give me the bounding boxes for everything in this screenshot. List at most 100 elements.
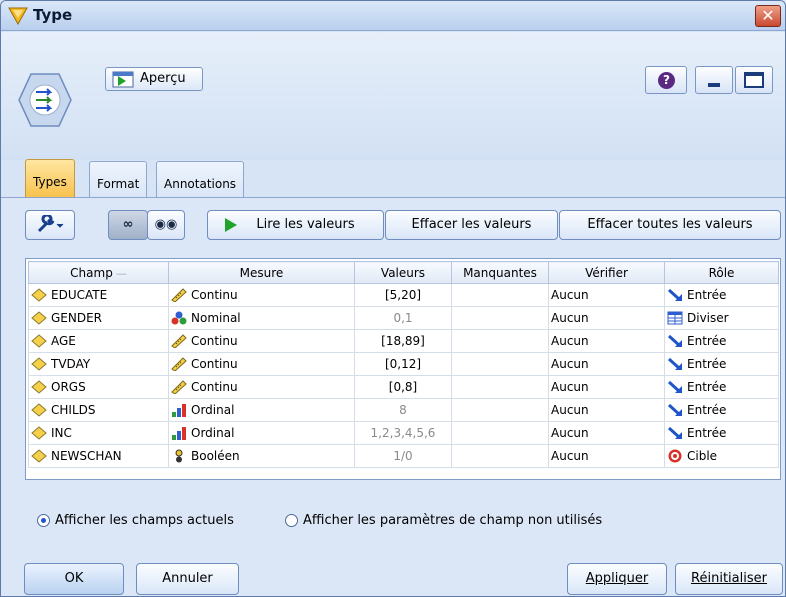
column-header-verifier[interactable]: Vérifier [548, 261, 665, 284]
apply-button[interactable]: Appliquer [567, 563, 667, 595]
cell-mesure[interactable]: Nominal [168, 306, 355, 330]
show-unused-settings-option[interactable]: Afficher les paramètres de champ non uti… [285, 513, 602, 528]
cell-verifier[interactable]: Aucun [548, 421, 665, 445]
cell-champ[interactable]: EDUCATE [28, 283, 169, 307]
input-arrow-icon [667, 288, 683, 302]
clear-all-values-button[interactable]: Effacer toutes les valeurs [559, 210, 781, 240]
cell-role[interactable]: Entrée [664, 398, 779, 422]
field-diamond-icon [31, 380, 47, 394]
read-values-button[interactable]: Lire les valeurs [207, 210, 384, 240]
cell-champ[interactable]: TVDAY [28, 352, 169, 376]
table-row[interactable]: EDUCATE Continu [5,20] Aucun Entrée [28, 283, 779, 307]
field-diamond-icon [31, 403, 47, 417]
cell-valeurs[interactable]: [0,8] [354, 375, 452, 399]
column-header-mesure[interactable]: Mesure [168, 261, 355, 284]
cell-valeurs[interactable]: 1/0 [354, 444, 452, 468]
fields-grid[interactable]: Champ — Mesure Valeurs Manquantes Vérifie… [25, 258, 781, 480]
cell-mesure[interactable]: Continu [168, 375, 355, 399]
table-row[interactable]: GENDER Nominal 0,1 Aucun Diviser [28, 306, 779, 330]
show-current-radio[interactable] [37, 514, 50, 527]
ok-button[interactable]: OK [24, 563, 124, 595]
maximize-button[interactable] [735, 66, 773, 94]
cell-verifier[interactable]: Aucun [548, 444, 665, 468]
cell-role[interactable]: Entrée [664, 375, 779, 399]
column-header-valeurs[interactable]: Valeurs [354, 261, 452, 284]
cell-role[interactable]: Entrée [664, 329, 779, 353]
cell-verifier[interactable]: Aucun [548, 375, 665, 399]
cell-manquantes[interactable] [451, 306, 549, 330]
table-row[interactable]: TVDAY Continu [0,12] Aucun Entrée [28, 352, 779, 376]
cell-mesure[interactable]: Continu [168, 329, 355, 353]
cell-champ[interactable]: CHILDS [28, 398, 169, 422]
cell-manquantes[interactable] [451, 375, 549, 399]
cell-champ[interactable]: AGE [28, 329, 169, 353]
cell-manquantes[interactable] [451, 352, 549, 376]
fields-table: Champ — Mesure Valeurs Manquantes Vérifie… [28, 261, 779, 468]
tools-menu-button[interactable] [25, 210, 75, 240]
table-row[interactable]: AGE Continu [18,89] Aucun Entrée [28, 329, 779, 353]
cell-mesure[interactable]: Continu [168, 352, 355, 376]
cell-mesure[interactable]: Ordinal [168, 421, 355, 445]
link-values-toggle[interactable]: ∞ [108, 210, 148, 240]
table-row[interactable]: CHILDS Ordinal 8 Aucun Entrée [28, 398, 779, 422]
tab-annotations[interactable]: Annotations [156, 161, 245, 197]
cell-manquantes[interactable] [451, 329, 549, 353]
minimize-button[interactable] [695, 66, 733, 94]
cell-champ[interactable]: GENDER [28, 306, 169, 330]
table-row[interactable]: NEWSCHAN Booléen 1/0 Aucun Cible [28, 444, 779, 468]
unlink-icon: ◉◉ [154, 217, 178, 232]
cell-verifier[interactable]: Aucun [548, 329, 665, 353]
show-current-fields-option[interactable]: Afficher les champs actuels [37, 513, 234, 528]
cell-mesure[interactable]: Continu [168, 283, 355, 307]
cell-role[interactable]: Entrée [664, 283, 779, 307]
tab-types[interactable]: Types [25, 159, 75, 197]
cell-valeurs[interactable]: [18,89] [354, 329, 452, 353]
cell-mesure[interactable]: Ordinal [168, 398, 355, 422]
cell-role[interactable]: Cible [664, 444, 779, 468]
cell-champ[interactable]: ORGS [28, 375, 169, 399]
cancel-button[interactable]: Annuler [136, 563, 239, 595]
type-node-large-icon [18, 73, 72, 127]
tab-format[interactable]: Format [89, 161, 148, 197]
maximize-icon [744, 72, 764, 88]
cell-verifier[interactable]: Aucun [548, 283, 665, 307]
cell-verifier[interactable]: Aucun [548, 306, 665, 330]
cell-role[interactable]: Diviser [664, 306, 779, 330]
cell-manquantes[interactable] [451, 444, 549, 468]
cell-valeurs[interactable]: [5,20] [354, 283, 452, 307]
table-row[interactable]: ORGS Continu [0,8] Aucun Entrée [28, 375, 779, 399]
close-icon: ✕ [761, 6, 775, 25]
close-button[interactable]: ✕ [755, 5, 781, 27]
toolbar-pane: Aperçu ? [1, 32, 785, 160]
cell-verifier[interactable]: Aucun [548, 352, 665, 376]
cell-manquantes[interactable] [451, 398, 549, 422]
column-header-champ[interactable]: Champ — [28, 261, 169, 284]
title-bar[interactable]: Type ✕ [1, 1, 785, 31]
column-header-manquantes[interactable]: Manquantes [451, 261, 549, 284]
input-arrow-icon [667, 357, 683, 371]
cell-champ[interactable]: INC [28, 421, 169, 445]
cell-valeurs[interactable]: 8 [354, 398, 452, 422]
preview-label: Aperçu [140, 71, 186, 86]
help-button[interactable]: ? [645, 66, 687, 94]
cell-manquantes[interactable] [451, 283, 549, 307]
preview-button[interactable]: Aperçu [105, 67, 203, 91]
table-row[interactable]: INC Ordinal 1,2,3,4,5,6 Aucun Entrée [28, 421, 779, 445]
unlink-values-toggle[interactable]: ◉◉ [147, 210, 185, 240]
cell-valeurs[interactable]: [0,12] [354, 352, 452, 376]
cell-champ[interactable]: NEWSCHAN [28, 444, 169, 468]
cell-role[interactable]: Entrée [664, 421, 779, 445]
cell-manquantes[interactable] [451, 421, 549, 445]
column-header-role[interactable]: Rôle [664, 261, 779, 284]
cell-role[interactable]: Entrée [664, 352, 779, 376]
clear-values-button[interactable]: Effacer les valeurs [385, 210, 558, 240]
reset-button[interactable]: Réinitialiser [675, 563, 783, 595]
cell-verifier[interactable]: Aucun [548, 398, 665, 422]
field-diamond-icon [31, 449, 47, 463]
cell-valeurs[interactable]: 0,1 [354, 306, 452, 330]
show-unused-radio[interactable] [285, 514, 298, 527]
target-icon [667, 449, 683, 463]
boolean-icon [171, 449, 187, 463]
cell-valeurs[interactable]: 1,2,3,4,5,6 [354, 421, 452, 445]
cell-mesure[interactable]: Booléen [168, 444, 355, 468]
